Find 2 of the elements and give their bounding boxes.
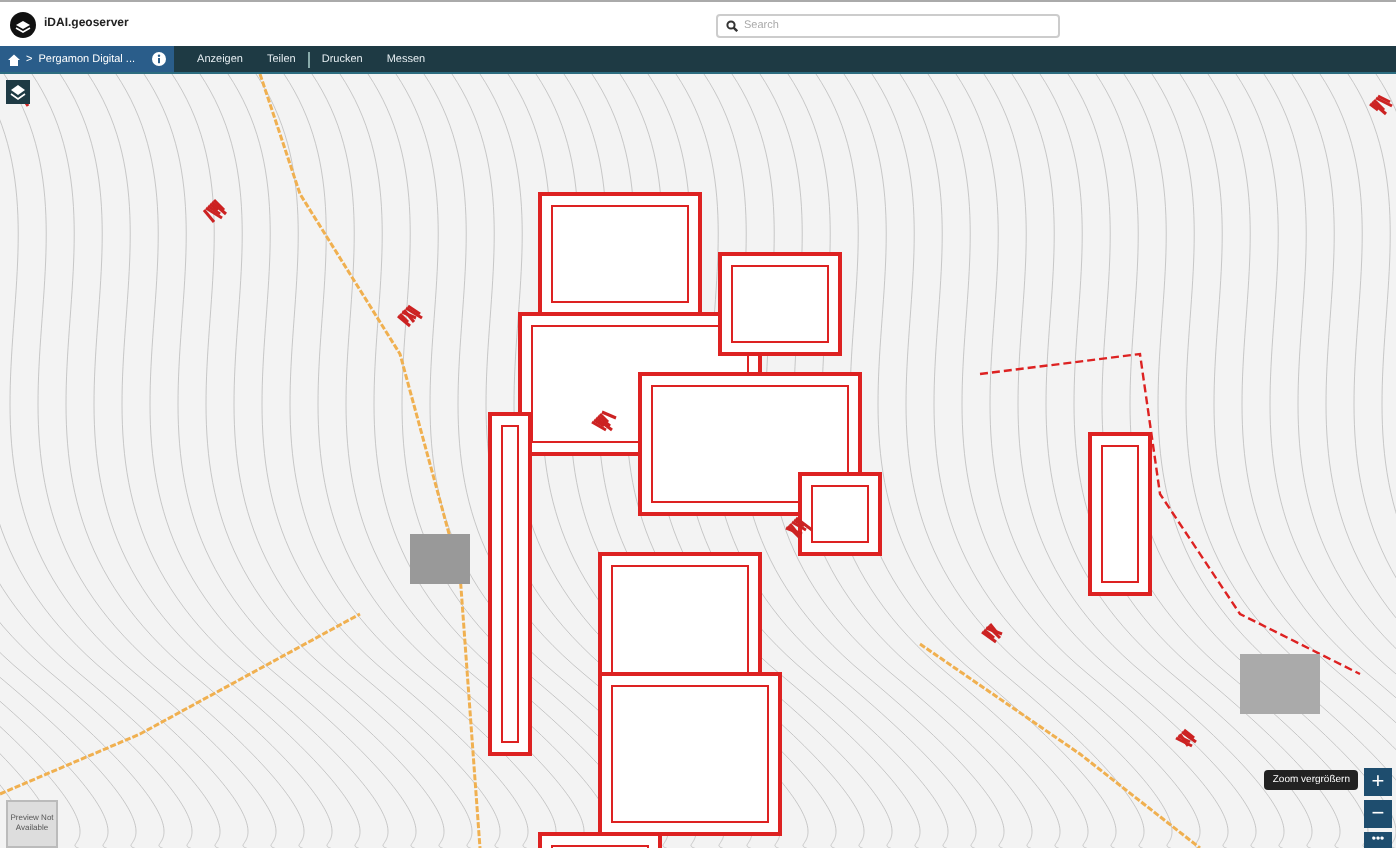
zoom-in-button[interactable]: + xyxy=(1364,768,1392,796)
zoom-out-button[interactable]: − xyxy=(1364,800,1392,828)
